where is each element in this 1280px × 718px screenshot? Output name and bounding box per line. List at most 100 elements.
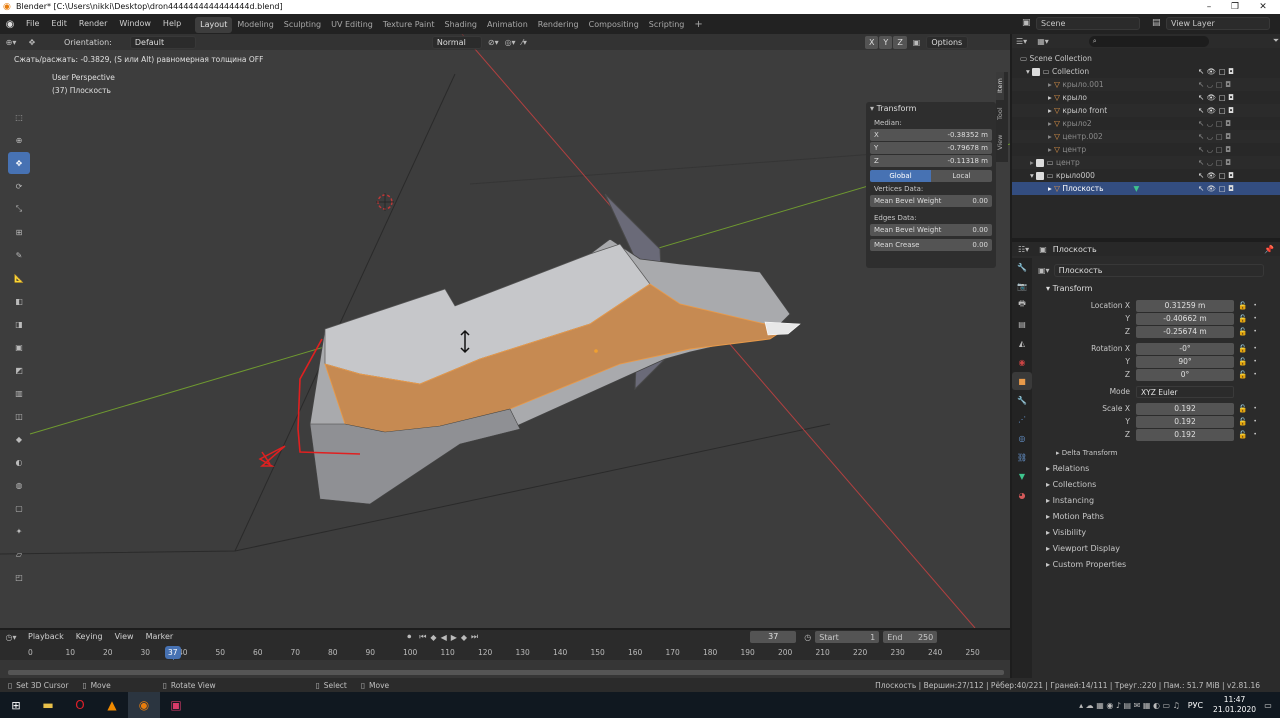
- outliner-row-wing-001[interactable]: ▸ ▽ крыло.001 ↖ ◡ ▢ ◘: [1012, 78, 1280, 91]
- lock-icon[interactable]: 🔓: [1238, 430, 1247, 439]
- constraints-tab-icon[interactable]: ⛓: [1012, 448, 1032, 466]
- orientation-dropdown[interactable]: Default: [129, 35, 196, 49]
- lock-icon[interactable]: 🔓: [1238, 417, 1247, 426]
- world-tab-icon[interactable]: ◉: [1012, 353, 1032, 371]
- keying-menu[interactable]: Keying: [70, 630, 109, 644]
- outliner-row-wing000[interactable]: ▾ ▭ крыло000 ↖ 👁 ▢ ◘: [1012, 169, 1280, 182]
- pivot-dropdown[interactable]: Normal: [431, 35, 482, 49]
- material-tab-icon[interactable]: ◕: [1012, 486, 1032, 504]
- spin-tool[interactable]: ◐: [8, 451, 30, 473]
- tab-modeling[interactable]: Modeling: [232, 17, 278, 33]
- move-tool[interactable]: ✥: [8, 152, 30, 174]
- poly-build-tool[interactable]: ◆: [8, 428, 30, 450]
- start-frame-field[interactable]: Start 1: [815, 631, 880, 643]
- end-frame-field[interactable]: End 250: [883, 631, 938, 643]
- rotation-z-field[interactable]: 0°: [1136, 368, 1234, 381]
- view-menu[interactable]: View: [109, 630, 140, 644]
- particles-tab-icon[interactable]: ⋰: [1012, 410, 1032, 428]
- relations-section[interactable]: ▸ Relations: [1036, 461, 1276, 477]
- timeline-editor-icon[interactable]: ◷▾: [0, 633, 22, 642]
- cursor-tool[interactable]: ⊕: [8, 129, 30, 151]
- view-layer-selector[interactable]: View Layer: [1166, 17, 1270, 30]
- lock-icon[interactable]: 🔓: [1238, 327, 1247, 336]
- blender-menu-icon[interactable]: ◉: [0, 19, 20, 30]
- outliner-row-wing-front[interactable]: ▸ ▽ крыло front ↖ 👁 ▢ ◘: [1012, 104, 1280, 117]
- preview-range-icon[interactable]: ◷: [804, 633, 811, 642]
- record-icon[interactable]: ⏺: [407, 632, 411, 642]
- mean-crease-field[interactable]: Mean Crease 0.00: [870, 239, 992, 251]
- file-explorer-icon[interactable]: ▬: [32, 698, 64, 712]
- current-frame-field[interactable]: 37: [750, 631, 797, 643]
- outliner-root[interactable]: ▭ Scene Collection: [1012, 52, 1280, 65]
- tab-texture-paint[interactable]: Texture Paint: [378, 17, 440, 33]
- visibility-icons[interactable]: ↖ 👁 ▢ ◘: [1198, 91, 1234, 104]
- notification-icon[interactable]: ▭: [1256, 701, 1280, 710]
- editor-type-icon[interactable]: ⊕▾: [0, 38, 22, 47]
- visibility-icons[interactable]: ↖ ◡ ▢ ◘: [1198, 117, 1231, 130]
- transform-gizmo-icon[interactable]: ✥: [22, 38, 42, 47]
- shrink-fatten-tool[interactable]: ✦: [8, 520, 30, 542]
- rotation-mode-dropdown[interactable]: XYZ Euler: [1136, 385, 1234, 398]
- maximize-button[interactable]: ❐: [1222, 0, 1248, 14]
- lock-icon[interactable]: 🔓: [1238, 301, 1247, 310]
- tab-shading[interactable]: Shading: [439, 17, 482, 33]
- lock-icon[interactable]: 🔓: [1238, 404, 1247, 413]
- keyframe-icon[interactable]: •: [1253, 302, 1257, 309]
- smooth-tool[interactable]: ◍: [8, 474, 30, 496]
- median-z-field[interactable]: Z -0.11318 m: [870, 155, 992, 167]
- visibility-icons[interactable]: ↖ ◡ ▢ ◘: [1198, 143, 1231, 156]
- render-tab-icon[interactable]: 📷: [1012, 277, 1032, 295]
- select-box-tool[interactable]: ⬚: [8, 106, 30, 128]
- global-toggle[interactable]: Global: [870, 170, 931, 182]
- rotate-tool[interactable]: ⟳: [8, 175, 30, 197]
- keyframe-icon[interactable]: •: [1253, 371, 1257, 378]
- transform-tool[interactable]: ⊞: [8, 221, 30, 243]
- outliner-row-center-002[interactable]: ▸ ▽ центр.002 ↖ ◡ ▢ ◘: [1012, 130, 1280, 143]
- menu-window[interactable]: Window: [113, 14, 157, 34]
- outliner-editor-icon[interactable]: ☰▾: [1016, 37, 1027, 46]
- visibility-icons[interactable]: ↖ 👁 ▢ ◘: [1198, 65, 1234, 78]
- rotation-x-field[interactable]: -0°: [1136, 342, 1234, 355]
- bevel-tool[interactable]: ◩: [8, 359, 30, 381]
- object-tab-icon[interactable]: ■: [1012, 372, 1032, 390]
- rip-tool[interactable]: ◰: [8, 566, 30, 588]
- rotation-y-field[interactable]: 90°: [1136, 355, 1234, 368]
- marker-menu[interactable]: Marker: [140, 630, 180, 644]
- menu-render[interactable]: Render: [73, 14, 113, 34]
- proportional-edit-icon[interactable]: ◎▾: [505, 38, 516, 47]
- lock-icon[interactable]: 🔓: [1238, 344, 1247, 353]
- custom-properties-section[interactable]: ▸ Custom Properties: [1036, 557, 1276, 573]
- axis-z-toggle[interactable]: Z: [893, 35, 907, 49]
- tab-animation[interactable]: Animation: [482, 17, 533, 33]
- knife-tool[interactable]: ◫: [8, 405, 30, 427]
- delta-transform-section[interactable]: ▸ Delta Transform: [1036, 445, 1276, 461]
- clock[interactable]: 11:47 21.01.2020: [1213, 695, 1256, 715]
- median-y-field[interactable]: Y -0.79678 m: [870, 142, 992, 154]
- data-tab-icon[interactable]: ▼: [1012, 467, 1032, 485]
- lock-icon[interactable]: 🔓: [1238, 357, 1247, 366]
- output-tab-icon[interactable]: 🖶: [1012, 296, 1032, 314]
- minimize-button[interactable]: –: [1196, 0, 1222, 14]
- outliner-row-plane[interactable]: ▸ ▽ Плоскость ▼ ↖ 👁 ▢ ◘: [1012, 182, 1280, 195]
- properties-editor-icon[interactable]: ☷▾: [1018, 245, 1029, 254]
- display-mode-icon[interactable]: ▦▾: [1037, 37, 1049, 46]
- playhead[interactable]: 37: [164, 646, 181, 659]
- timeline-scrollbar[interactable]: [8, 670, 1004, 675]
- tab-view[interactable]: View: [996, 128, 1004, 156]
- menu-edit[interactable]: Edit: [45, 14, 73, 34]
- tab-rendering[interactable]: Rendering: [533, 17, 584, 33]
- windows-start-icon[interactable]: ⊞: [0, 699, 32, 712]
- system-tray-icons[interactable]: ▴ ☁ ▦ ◉ ♪ ▤ ✉ ▦ ◐ ▭ ♫: [1079, 701, 1180, 710]
- tab-layout[interactable]: Layout: [195, 17, 233, 33]
- jump-keyframe-back-icon[interactable]: ◆: [430, 633, 436, 642]
- physics-tab-icon[interactable]: ◎: [1012, 429, 1032, 447]
- modifier-tab-icon[interactable]: 🔧: [1012, 391, 1032, 409]
- menu-file[interactable]: File: [20, 14, 45, 34]
- tool-tab-icon[interactable]: 🔧: [1012, 258, 1032, 276]
- tab-compositing[interactable]: Compositing: [584, 17, 644, 33]
- playback-menu[interactable]: Playback: [22, 630, 70, 644]
- vertex-bevel-weight-field[interactable]: Mean Bevel Weight 0.00: [870, 195, 992, 207]
- lock-icon[interactable]: 🔓: [1238, 370, 1247, 379]
- location-y-field[interactable]: -0.40662 m: [1136, 312, 1234, 325]
- visibility-icons[interactable]: ↖ ◡ ▢ ◘: [1198, 156, 1231, 169]
